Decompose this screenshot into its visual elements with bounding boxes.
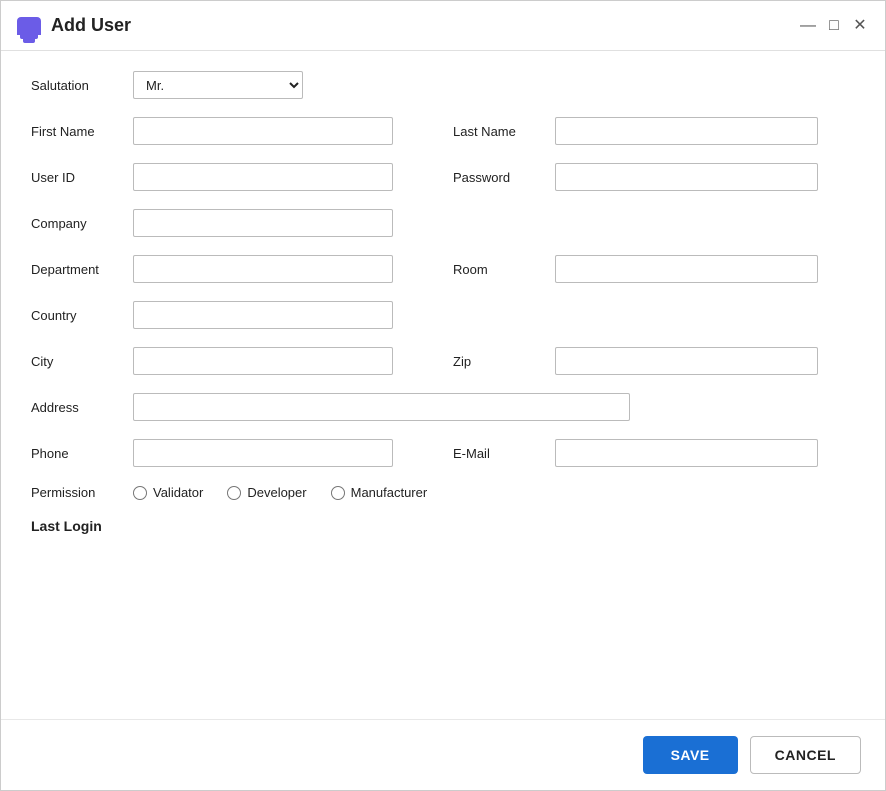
- department-room-row: Department Room: [31, 255, 855, 283]
- room-group: Room: [453, 255, 855, 283]
- last-login-label: Last Login: [31, 518, 102, 534]
- validator-label: Validator: [153, 485, 203, 500]
- salutation-select[interactable]: Mr. Ms. Mrs. Dr.: [133, 71, 303, 99]
- password-label: Password: [453, 170, 543, 185]
- address-row: Address: [31, 393, 855, 421]
- minimize-button[interactable]: —: [799, 17, 817, 35]
- close-button[interactable]: ✕: [851, 17, 869, 35]
- zip-label: Zip: [453, 354, 543, 369]
- permission-validator[interactable]: Validator: [133, 485, 203, 500]
- phone-input[interactable]: [133, 439, 393, 467]
- email-input[interactable]: [555, 439, 818, 467]
- country-label: Country: [31, 308, 121, 323]
- permission-manufacturer[interactable]: Manufacturer: [331, 485, 428, 500]
- manufacturer-radio[interactable]: [331, 486, 345, 500]
- company-group: Company: [31, 209, 393, 237]
- user-id-input[interactable]: [133, 163, 393, 191]
- dialog-title: Add User: [51, 15, 131, 36]
- city-label: City: [31, 354, 121, 369]
- address-group: Address: [31, 393, 630, 421]
- last-name-input[interactable]: [555, 117, 818, 145]
- address-input[interactable]: [133, 393, 630, 421]
- salutation-row: Salutation Mr. Ms. Mrs. Dr.: [31, 71, 855, 99]
- last-name-group: Last Name: [453, 117, 855, 145]
- country-row: Country: [31, 301, 855, 329]
- dialog-footer: SAVE CANCEL: [1, 719, 885, 790]
- salutation-label: Salutation: [31, 78, 121, 93]
- user-id-group: User ID: [31, 163, 433, 191]
- country-group: Country: [31, 301, 393, 329]
- userid-password-row: User ID Password: [31, 163, 855, 191]
- department-group: Department: [31, 255, 433, 283]
- last-name-label: Last Name: [453, 124, 543, 139]
- name-row: First Name Last Name: [31, 117, 855, 145]
- permission-row: Permission Validator Developer Manufactu…: [31, 485, 855, 500]
- phone-label: Phone: [31, 446, 121, 461]
- maximize-button[interactable]: □: [825, 17, 843, 35]
- title-controls: — □ ✕: [799, 17, 869, 35]
- manufacturer-label: Manufacturer: [351, 485, 428, 500]
- city-input[interactable]: [133, 347, 393, 375]
- company-label: Company: [31, 216, 121, 231]
- first-name-group: First Name: [31, 117, 433, 145]
- permission-label: Permission: [31, 485, 121, 500]
- title-bar: Add User — □ ✕: [1, 1, 885, 51]
- save-button[interactable]: SAVE: [643, 736, 738, 774]
- add-user-dialog: Add User — □ ✕ Salutation Mr. Ms. Mrs. D…: [0, 0, 886, 791]
- password-group: Password: [453, 163, 855, 191]
- first-name-label: First Name: [31, 124, 121, 139]
- last-login-section: Last Login: [31, 518, 855, 536]
- first-name-input[interactable]: [133, 117, 393, 145]
- room-input[interactable]: [555, 255, 818, 283]
- email-group: E-Mail: [453, 439, 855, 467]
- form-body: Salutation Mr. Ms. Mrs. Dr. First Name L…: [1, 51, 885, 719]
- user-id-label: User ID: [31, 170, 121, 185]
- city-group: City: [31, 347, 433, 375]
- phone-group: Phone: [31, 439, 433, 467]
- developer-radio[interactable]: [227, 486, 241, 500]
- room-label: Room: [453, 262, 543, 277]
- app-icon: [17, 17, 41, 35]
- permission-developer[interactable]: Developer: [227, 485, 306, 500]
- company-input[interactable]: [133, 209, 393, 237]
- country-input[interactable]: [133, 301, 393, 329]
- address-label: Address: [31, 400, 121, 415]
- department-input[interactable]: [133, 255, 393, 283]
- password-input[interactable]: [555, 163, 818, 191]
- validator-radio[interactable]: [133, 486, 147, 500]
- department-label: Department: [31, 262, 121, 277]
- city-zip-row: City Zip: [31, 347, 855, 375]
- zip-group: Zip: [453, 347, 855, 375]
- developer-label: Developer: [247, 485, 306, 500]
- permission-options: Validator Developer Manufacturer: [133, 485, 427, 500]
- phone-email-row: Phone E-Mail: [31, 439, 855, 467]
- email-label: E-Mail: [453, 446, 543, 461]
- cancel-button[interactable]: CANCEL: [750, 736, 861, 774]
- title-bar-left: Add User: [17, 15, 131, 36]
- company-row: Company: [31, 209, 855, 237]
- zip-input[interactable]: [555, 347, 818, 375]
